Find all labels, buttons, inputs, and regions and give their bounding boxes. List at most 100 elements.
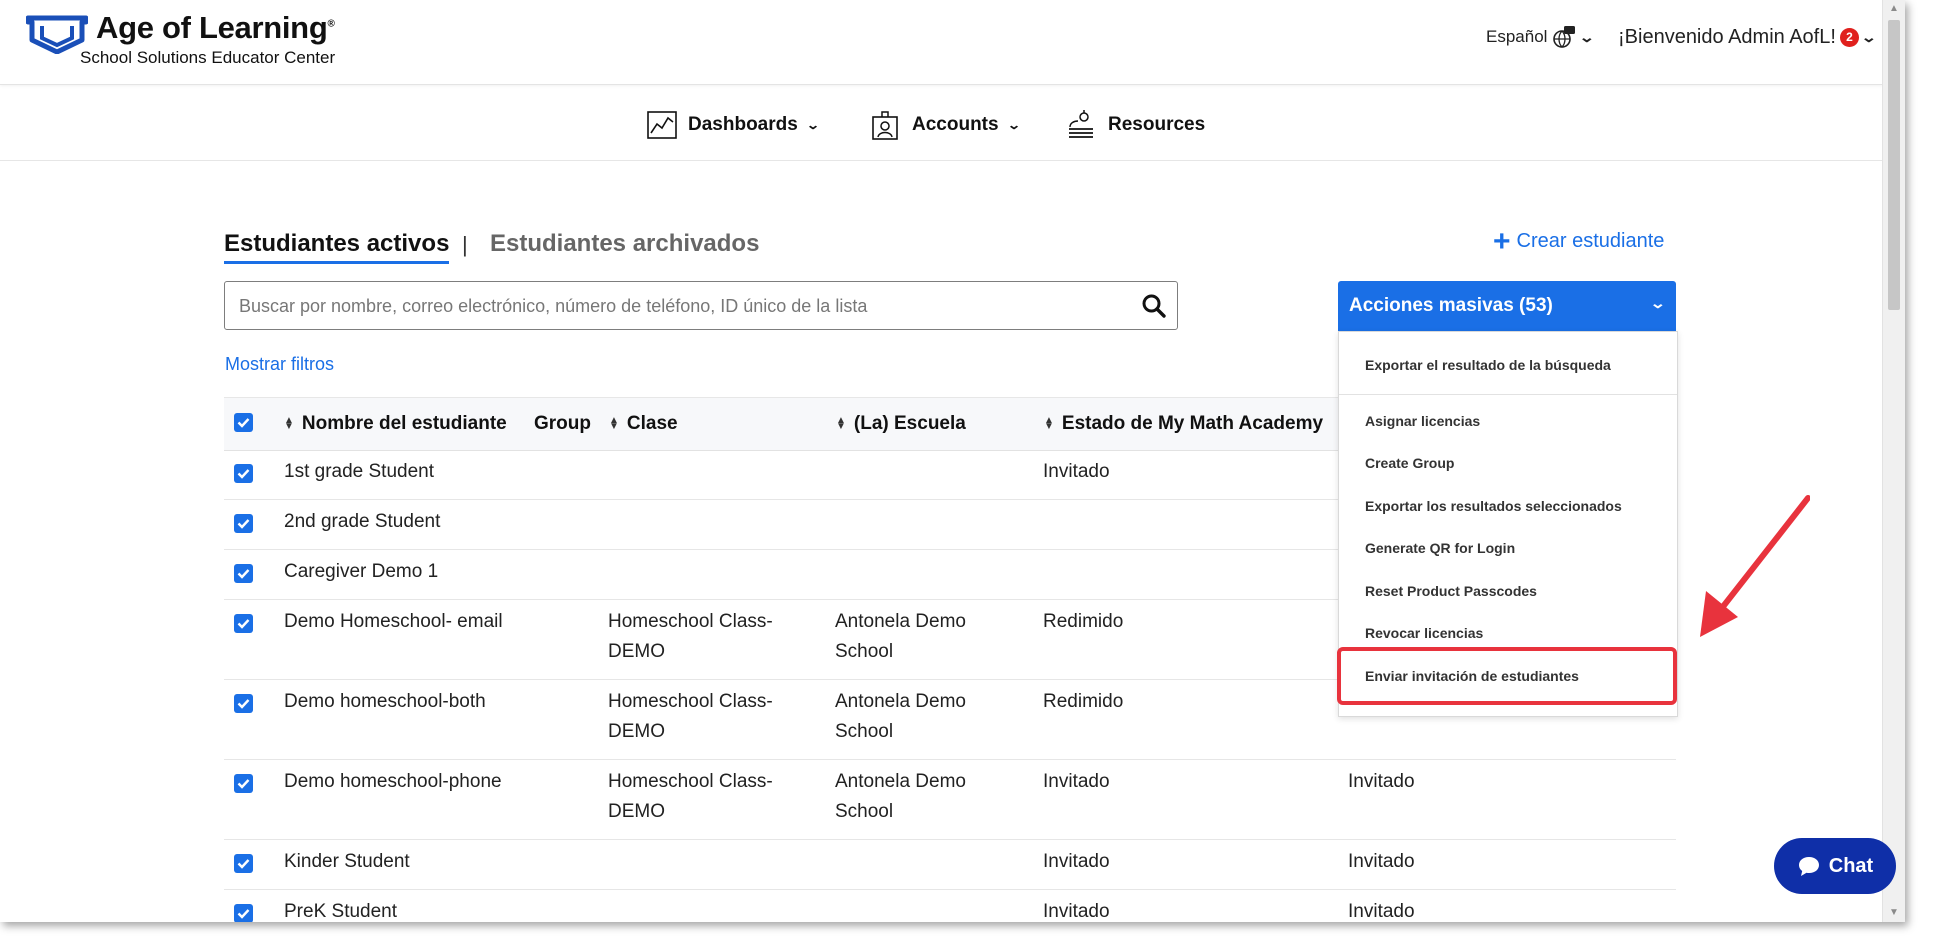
nav-accounts[interactable]: Accounts ⌄ [870, 109, 1021, 141]
nav-resources-label: Resources [1108, 114, 1206, 135]
status-cell-2: Invitado [1348, 851, 1415, 872]
chevron-down-icon: ⌄ [1860, 29, 1878, 45]
checkmark-icon [237, 519, 250, 529]
search-input[interactable] [237, 282, 1121, 330]
main-nav: Dashboards ⌄ Accounts ⌄ Resources [0, 85, 1883, 161]
column-header-clase[interactable]: ▲ ▼ Clase [609, 413, 678, 435]
logo-subtitle: School Solutions Educator Center [80, 48, 336, 67]
row-checkbox[interactable] [234, 514, 253, 533]
search-box [224, 281, 1178, 330]
sort-icon: ▲ ▼ [836, 415, 846, 432]
accounts-icon [872, 111, 898, 140]
highlight-box [1337, 647, 1677, 705]
create-student-button[interactable]: + Crear estudiante [1493, 226, 1665, 256]
chart-icon [647, 111, 677, 139]
class-cell: Homeschool Class- DEMO [608, 767, 773, 827]
books-icon [1069, 110, 1093, 138]
sort-icon: ▲ ▼ [284, 415, 294, 432]
student-name-cell: Kinder Student [284, 851, 410, 872]
logo-icon[interactable] [26, 14, 88, 54]
chevron-down-icon: ⌄ [805, 118, 820, 132]
student-name-cell: Demo homeschool-phone [284, 771, 502, 792]
row-checkbox[interactable] [234, 854, 253, 873]
class-cell: Homeschool Class- DEMO [608, 687, 773, 747]
menu-item-create-group[interactable]: Create Group [1365, 455, 1454, 471]
row-checkbox[interactable] [234, 564, 253, 583]
scroll-thumb[interactable] [1888, 20, 1900, 310]
notification-badge: 2 [1839, 28, 1859, 47]
student-name-cell: Caregiver Demo 1 [284, 561, 439, 582]
column-header-group: Group [534, 413, 591, 435]
student-name-cell: 1st grade Student [284, 461, 434, 482]
school-cell-line: Antonela Demo [835, 611, 966, 632]
column-header-label: Clase [626, 413, 678, 434]
menu-item-export-search[interactable]: Exportar el resultado de la búsqueda [1365, 357, 1611, 373]
row-checkbox[interactable] [234, 614, 253, 633]
nav-dashboards[interactable]: Dashboards ⌄ [646, 109, 820, 141]
chat-button[interactable]: Chat [1774, 838, 1896, 894]
tab-archived-students[interactable]: Estudiantes archivados [490, 230, 759, 258]
class-cell-line: DEMO [608, 721, 665, 742]
checkmark-icon [237, 619, 250, 629]
checkmark-icon [237, 469, 250, 479]
language-label: Español [1486, 27, 1548, 46]
status-cell: Invitado [1043, 461, 1110, 482]
search-icon[interactable] [1141, 293, 1167, 319]
vertical-scrollbar[interactable]: ▲ ▼ [1882, 0, 1905, 922]
scroll-up-icon[interactable]: ▲ [1883, 0, 1905, 18]
class-cell-line: DEMO [608, 641, 665, 662]
menu-item-generate-qr[interactable]: Generate QR for Login [1365, 540, 1515, 556]
tab-separator: | [462, 232, 468, 257]
language-selector[interactable]: Español ⌄ [1486, 24, 1596, 50]
tab-active-students[interactable]: Estudiantes activos [224, 230, 450, 264]
status-cell: Invitado [1043, 771, 1110, 792]
welcome-text: ¡Bienvenido Admin AofL! [1618, 26, 1836, 48]
user-menu[interactable]: ¡Bienvenido Admin AofL! 2 ⌄ [1618, 26, 1878, 49]
table-row[interactable]: PreK Student Invitado Invitado [224, 889, 1676, 922]
top-header: Age of Learning® School Solutions Educat… [0, 0, 1883, 85]
status-cell-2: Invitado [1348, 771, 1415, 792]
column-header-label: (La) Escuela [853, 413, 966, 434]
scroll-down-icon[interactable]: ▼ [1883, 904, 1905, 922]
table-row[interactable]: Demo homeschool-phone Homeschool Class- DE… [224, 759, 1676, 840]
bulk-actions-label: Acciones masivas (53) [1349, 295, 1553, 316]
student-name-cell: Demo homeschool-both [284, 691, 486, 712]
chat-label: Chat [1828, 854, 1874, 877]
school-cell-line: Antonela Demo [835, 771, 966, 792]
student-name-cell: 2nd grade Student [284, 511, 441, 532]
checkmark-icon [237, 418, 250, 428]
menu-item-export-selected[interactable]: Exportar los resultados seleccionados [1365, 498, 1622, 514]
chevron-down-icon: ⌄ [1006, 118, 1021, 132]
column-header-label: Group [534, 413, 591, 434]
student-name-cell: PreK Student [284, 901, 398, 922]
row-checkbox[interactable] [234, 904, 253, 922]
class-cell: Homeschool Class- DEMO [608, 607, 773, 667]
class-cell-line: Homeschool Class- [608, 691, 773, 712]
row-checkbox[interactable] [234, 464, 253, 483]
checkmark-icon [237, 699, 250, 709]
class-cell-line: DEMO [608, 801, 665, 822]
menu-item-revoke-licenses[interactable]: Revocar licencias [1365, 625, 1483, 641]
column-header-escuela[interactable]: ▲ ▼ (La) Escuela [836, 413, 966, 435]
checkmark-icon [237, 859, 250, 869]
logo-title: Age of Learning® [96, 10, 335, 45]
select-all-checkbox[interactable] [234, 413, 253, 432]
table-row[interactable]: Kinder Student Invitado Invitado [224, 839, 1676, 890]
bulk-actions-button[interactable]: Acciones masivas (53) ⌄ [1338, 281, 1676, 331]
show-filters-link[interactable]: Mostrar filtros [225, 354, 334, 375]
menu-item-reset-passcodes[interactable]: Reset Product Passcodes [1365, 583, 1537, 599]
nav-resources[interactable]: Resources [1066, 109, 1205, 141]
checkmark-icon [237, 909, 250, 919]
status-cell-2: Invitado [1348, 901, 1415, 922]
chevron-down-icon: ⌄ [1649, 295, 1667, 311]
chat-bubble-icon [1798, 857, 1819, 876]
app-window: Age of Learning® School Solutions Educat… [0, 0, 1905, 922]
create-student-label: Crear estudiante [1516, 230, 1665, 252]
column-header-name[interactable]: ▲ ▼ Nombre del estudiante [284, 413, 507, 435]
menu-item-assign-licenses[interactable]: Asignar licencias [1365, 413, 1480, 429]
menu-divider [1339, 394, 1677, 395]
school-cell-line: School [835, 801, 894, 822]
row-checkbox[interactable] [234, 774, 253, 793]
row-checkbox[interactable] [234, 694, 253, 713]
column-header-estado[interactable]: ▲ ▼ Estado de My Math Academy [1044, 413, 1323, 435]
